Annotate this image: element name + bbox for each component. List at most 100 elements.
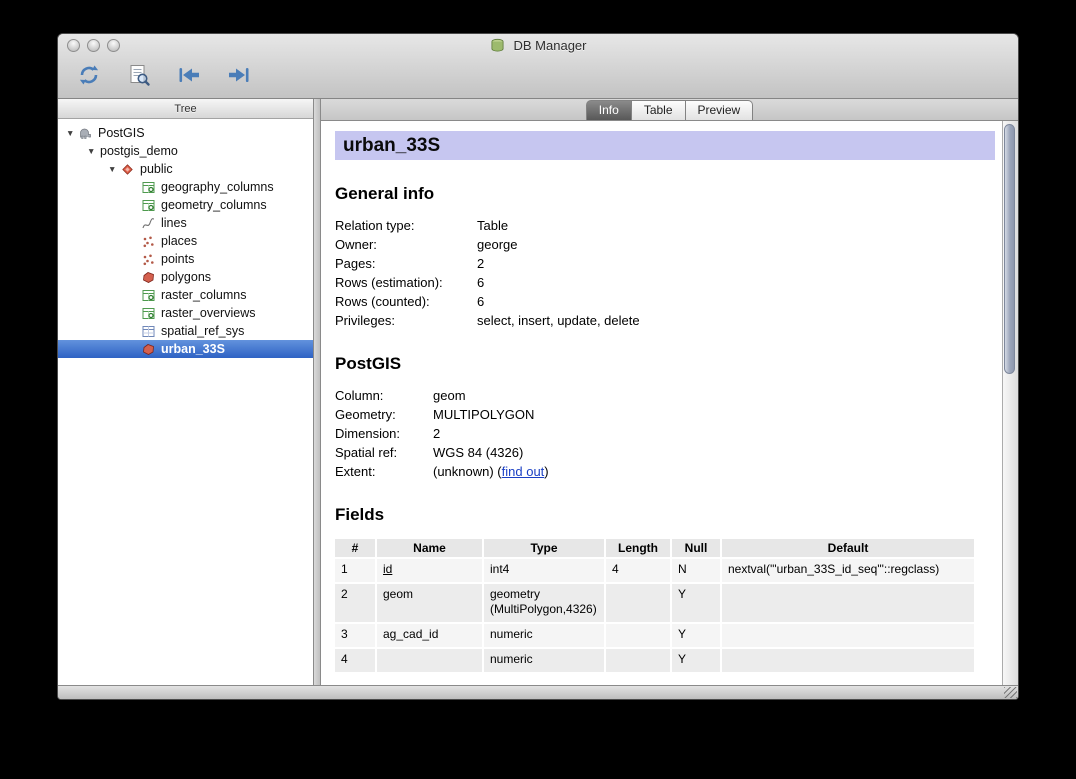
info-label: Owner: [335, 235, 477, 254]
info-value-suffix: ) [544, 462, 548, 481]
points-icon [142, 253, 158, 266]
main-area: Tree ▼PostGIS▼postgis_demo▼publicgeograp… [58, 99, 1018, 685]
disclosure-triangle-icon[interactable]: ▼ [108, 160, 121, 178]
info-row: Dimension:2 [335, 424, 995, 443]
polygon-icon [142, 271, 158, 284]
info-label: Rows (estimation): [335, 273, 477, 292]
tree-item-label: raster_columns [161, 286, 246, 304]
tree-item-geography_columns[interactable]: geography_columns [58, 178, 313, 196]
tree-item-label: lines [161, 214, 187, 232]
fields-header-row: #NameTypeLengthNullDefault [335, 539, 974, 557]
null-cell: Y [672, 584, 720, 622]
fields-column-header: # [335, 539, 375, 557]
tab-preview[interactable]: Preview [686, 100, 754, 120]
tree-item-geometry_columns[interactable]: geometry_columns [58, 196, 313, 214]
tree-item-polygons[interactable]: polygons [58, 268, 313, 286]
info-row: Privileges:select, insert, update, delet… [335, 311, 995, 330]
tab-info[interactable]: Info [586, 100, 632, 120]
info-label: Dimension: [335, 424, 433, 443]
fields-body: 1idint44Nnextval('"urban_33S_id_seq"'::r… [335, 559, 974, 672]
find-out-link[interactable]: find out [502, 462, 545, 481]
geo-table-icon [142, 289, 158, 302]
minimize-button[interactable] [87, 39, 100, 52]
tree-item-places[interactable]: places [58, 232, 313, 250]
refresh-icon [77, 63, 101, 92]
db-manager-icon [490, 38, 506, 54]
disclosure-triangle-icon[interactable]: ▼ [66, 124, 79, 142]
info-label: Pages: [335, 254, 477, 273]
tree-item-spatial_ref_sys[interactable]: spatial_ref_sys [58, 322, 313, 340]
refresh-button[interactable] [71, 62, 107, 94]
info-label: Spatial ref: [335, 443, 433, 462]
tree-item-points[interactable]: points [58, 250, 313, 268]
export-arrow-icon [226, 63, 252, 92]
vertical-scrollbar[interactable] [1002, 121, 1018, 685]
info-label: Extent: [335, 462, 433, 481]
info-value: geom [433, 386, 466, 405]
tree-item-PostGIS[interactable]: ▼PostGIS [58, 124, 313, 142]
title-bar[interactable]: DB Manager [58, 34, 1018, 57]
info-row: Extent:(unknown) (find out) [335, 462, 995, 481]
info-row: Column:geom [335, 386, 995, 405]
geo-table-icon [142, 307, 158, 320]
disclosure-triangle-icon[interactable]: ▼ [87, 142, 100, 160]
export-layer-button[interactable] [221, 62, 257, 94]
scrollbar-thumb[interactable] [1004, 124, 1015, 374]
close-button[interactable] [67, 39, 80, 52]
num-cell: 1 [335, 559, 375, 582]
info-value: 6 [477, 273, 484, 292]
tree-item-raster_columns[interactable]: raster_columns [58, 286, 313, 304]
resize-grip[interactable] [1004, 687, 1017, 698]
fields-column-header: Default [722, 539, 974, 557]
info-row: Geometry:MULTIPOLYGON [335, 405, 995, 424]
table-row: 3ag_cad_idnumericY [335, 624, 974, 647]
info-value: george [477, 235, 517, 254]
info-row: Pages:2 [335, 254, 995, 273]
table-title-banner: urban_33S [335, 131, 995, 160]
fields-column-header: Length [606, 539, 670, 557]
type-cell: int4 [484, 559, 604, 582]
window-title: DB Manager [514, 38, 587, 53]
tree-list[interactable]: ▼PostGIS▼postgis_demo▼publicgeography_co… [58, 119, 313, 685]
window-chrome: DB Manager [58, 34, 1018, 99]
length-cell [606, 584, 670, 622]
tab-table[interactable]: Table [632, 100, 686, 120]
import-layer-button[interactable] [171, 62, 207, 94]
field-name-link[interactable]: id [383, 562, 392, 576]
default-cell: nextval('"urban_33S_id_seq"'::regclass) [722, 559, 974, 582]
postgis-heading: PostGIS [335, 354, 995, 374]
schema-icon [121, 163, 137, 176]
info-label: Rows (counted): [335, 292, 477, 311]
sql-window-button[interactable] [121, 62, 157, 94]
fields-table: #NameTypeLengthNullDefault 1idint44Nnext… [333, 537, 976, 674]
info-value: MULTIPOLYGON [433, 405, 534, 424]
tree-item-label: raster_overviews [161, 304, 255, 322]
splitter-handle[interactable] [314, 99, 321, 685]
info-value: WGS 84 (4326) [433, 443, 523, 462]
zoom-button[interactable] [107, 39, 120, 52]
db-manager-window: DB Manager [57, 33, 1019, 700]
tab-bar: InfoTablePreview [321, 99, 1018, 121]
info-label: Relation type: [335, 216, 477, 235]
info-row: Rows (counted):6 [335, 292, 995, 311]
tree-item-label: geometry_columns [161, 196, 267, 214]
tree-item-label: spatial_ref_sys [161, 322, 244, 340]
tree-item-lines[interactable]: lines [58, 214, 313, 232]
tree-item-urban_33S[interactable]: urban_33S [58, 340, 313, 358]
fields-column-header: Type [484, 539, 604, 557]
tree-item-raster_overviews[interactable]: raster_overviews [58, 304, 313, 322]
info-label: Privileges: [335, 311, 477, 330]
tree-item-label: urban_33S [161, 340, 225, 358]
num-cell: 2 [335, 584, 375, 622]
name-cell: ag_cad_id [377, 624, 482, 647]
type-cell: geometry (MultiPolygon,4326) [484, 584, 604, 622]
table-row: 1idint44Nnextval('"urban_33S_id_seq"'::r… [335, 559, 974, 582]
fields-column-header: Null [672, 539, 720, 557]
info-value: 6 [477, 292, 484, 311]
sql-window-icon [127, 63, 151, 92]
fields-heading: Fields [335, 505, 995, 525]
geo-table-icon [142, 199, 158, 212]
tree-item-public[interactable]: ▼public [58, 160, 313, 178]
tree-item-postgis_demo[interactable]: ▼postgis_demo [58, 142, 313, 160]
fields-column-header: Name [377, 539, 482, 557]
